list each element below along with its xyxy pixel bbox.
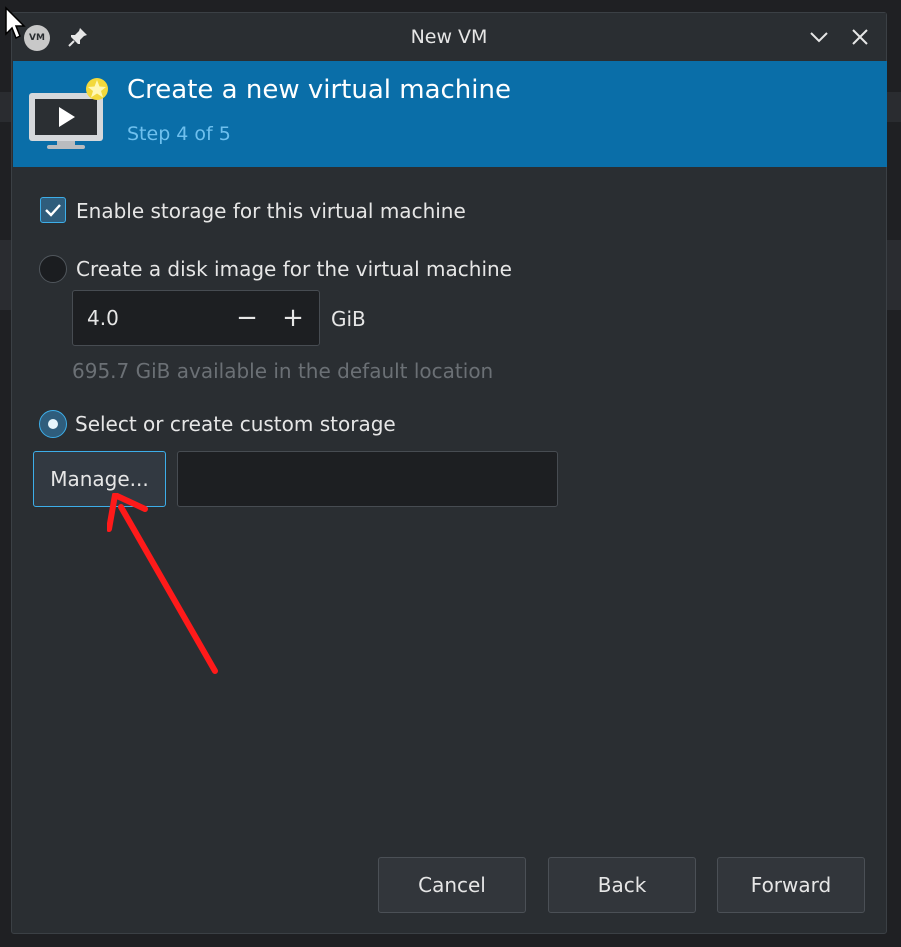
- virt-manager-app-icon[interactable]: VM: [24, 25, 50, 51]
- decrement-button[interactable]: −: [233, 305, 261, 333]
- mouse-cursor-icon: [5, 6, 26, 40]
- create-disk-radio[interactable]: [39, 255, 67, 283]
- wizard-title: Create a new virtual machine: [127, 75, 511, 105]
- disk-size-spinbox[interactable]: 4.0 − +: [72, 290, 320, 346]
- disk-size-unit: GiB: [331, 307, 366, 331]
- enable-storage-label[interactable]: Enable storage for this virtual machine: [76, 199, 466, 223]
- checkmark-icon: [45, 204, 61, 217]
- increment-button[interactable]: +: [279, 305, 307, 333]
- custom-storage-path-input[interactable]: [177, 451, 558, 507]
- window-title: New VM: [410, 26, 488, 48]
- available-space-text: 695.7 GiB available in the default locat…: [72, 359, 494, 383]
- close-icon[interactable]: [848, 25, 872, 49]
- wizard-header: Create a new virtual machine Step 4 of 5: [13, 61, 887, 167]
- wizard-step: Step 4 of 5: [127, 123, 231, 145]
- create-disk-label[interactable]: Create a disk image for the virtual mach…: [76, 257, 512, 281]
- annotation-arrow: [107, 493, 218, 674]
- back-button[interactable]: Back: [548, 857, 696, 913]
- custom-storage-label[interactable]: Select or create custom storage: [75, 412, 396, 436]
- chevron-down-icon[interactable]: [807, 25, 831, 49]
- titlebar: VM New VM: [12, 13, 886, 61]
- pin-icon[interactable]: [66, 25, 90, 49]
- enable-storage-checkbox[interactable]: [40, 197, 66, 223]
- forward-button[interactable]: Forward: [717, 857, 865, 913]
- disk-size-value[interactable]: 4.0: [87, 306, 119, 330]
- virtual-machine-icon: [29, 78, 108, 149]
- cancel-button[interactable]: Cancel: [378, 857, 526, 913]
- new-vm-dialog: VM New VM Create a new virtual machine S…: [11, 12, 887, 934]
- custom-storage-radio[interactable]: [39, 410, 67, 438]
